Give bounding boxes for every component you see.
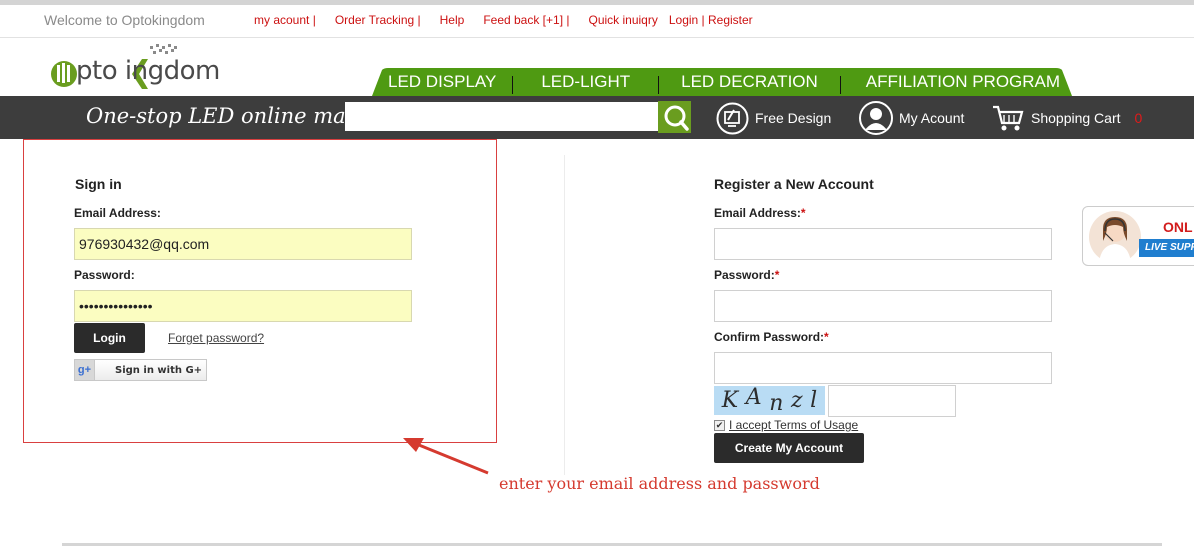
terms-checkbox[interactable]: ✔ (714, 419, 725, 431)
signin-email-field[interactable] (74, 228, 412, 260)
google-plus-label: Sign in with G+ (115, 364, 203, 376)
register-email-label-text: Email Address: (714, 206, 801, 220)
captcha-char: n (769, 391, 784, 416)
captcha-char: z (790, 388, 803, 413)
terms-row: ✔ I accept Terms of Usage (714, 418, 858, 432)
google-plus-signin-button[interactable]: g+ Sign in with G+ (74, 359, 207, 381)
site-logo[interactable]: pto ingdom (50, 44, 240, 92)
register-confirm-field[interactable] (714, 352, 1052, 384)
logo-text-part: pto ingdom (76, 56, 220, 86)
nav-items: LED DISPLAY LED-LIGHT LED DECRATION AFFI… (372, 68, 1076, 96)
quick-inquiry-link[interactable]: Quick inuiqry (588, 13, 657, 27)
annotation-text: enter your email address and password (499, 474, 820, 493)
nav-led-display[interactable]: LED DISPLAY (372, 72, 512, 92)
signin-password-field[interactable] (74, 290, 412, 322)
required-mark: * (800, 206, 806, 220)
main-nav: LED DISPLAY LED-LIGHT LED DECRATION AFFI… (372, 68, 1072, 96)
login-register-link[interactable]: Login | Register (669, 13, 753, 27)
my-account-link[interactable]: my acount | (254, 13, 316, 27)
free-design-button[interactable]: Free Design (716, 100, 831, 136)
captcha-char: K (721, 388, 739, 413)
top-bar: Welcome to Optokingdom my acount | Order… (0, 5, 1194, 38)
register-confirm-label: Confirm Password:* (714, 330, 829, 344)
signin-password-label: Password: (74, 268, 135, 282)
cart-label: Shopping Cart (1031, 110, 1121, 126)
support-agent-avatar (1089, 211, 1141, 263)
help-link[interactable]: Help (440, 13, 465, 27)
register-confirm-label-text: Confirm Password: (714, 330, 825, 344)
nav-affiliation-program[interactable]: AFFILIATION PROGRAM (841, 72, 1076, 92)
search-button[interactable] (658, 101, 691, 133)
my-account-button[interactable]: My Acount (859, 100, 964, 136)
register-title: Register a New Account (714, 176, 874, 192)
forget-password-link[interactable]: Forget password? (168, 331, 264, 345)
signin-title: Sign in (75, 176, 122, 192)
free-design-label: Free Design (755, 110, 832, 126)
column-divider (564, 155, 565, 475)
live-support-widget[interactable]: ONL LIVE SUPP (1082, 206, 1194, 266)
headset-agent-icon (1099, 217, 1131, 263)
slogan: One-stop LED online mall (86, 104, 360, 128)
captcha-char: l (810, 388, 818, 413)
feedback-link[interactable]: Feed back [+1] | (483, 13, 569, 27)
register-password-label-text: Password: (714, 268, 775, 282)
register-email-label: Email Address:* (714, 206, 806, 220)
nav-led-decration[interactable]: LED DECRATION (659, 72, 840, 92)
captcha-char: A (745, 385, 762, 410)
order-tracking-link[interactable]: Order Tracking | (335, 13, 421, 27)
search-bar: One-stop LED online mall Free Design My … (0, 96, 1194, 139)
nav-led-light[interactable]: LED-LIGHT (513, 72, 658, 92)
design-icon (716, 102, 749, 134)
google-plus-icon: g+ (75, 360, 95, 380)
terms-link[interactable]: I accept Terms of Usage (729, 418, 858, 432)
register-email-field[interactable] (714, 228, 1052, 260)
create-account-button[interactable]: Create My Account (714, 433, 864, 463)
login-button[interactable]: Login (74, 323, 145, 353)
logo-text: pto ingdom (76, 56, 220, 86)
cart-icon (993, 105, 1024, 131)
signin-email-label: Email Address: (74, 206, 161, 220)
search-icon (664, 105, 689, 131)
annotation-arrow (403, 438, 489, 475)
required-mark: * (774, 268, 780, 282)
register-password-field[interactable] (714, 290, 1052, 322)
my-account-label: My Acount (899, 110, 965, 126)
live-support-label: LIVE SUPP (1145, 242, 1194, 253)
user-icon (859, 101, 893, 135)
captcha-input[interactable] (828, 385, 956, 417)
welcome-text: Welcome to Optokingdom (44, 12, 205, 28)
search-input[interactable] (345, 102, 658, 131)
captcha-image: K A n z l (714, 385, 825, 416)
top-links: my acount | Order Tracking | Help Feed b… (254, 13, 772, 27)
shopping-cart-button[interactable]: Shopping Cart 0 (991, 100, 1142, 136)
cart-count: 0 (1134, 110, 1143, 126)
required-mark: * (824, 330, 829, 344)
register-password-label: Password:* (714, 268, 779, 282)
live-support-online-text: ONL (1163, 219, 1193, 235)
